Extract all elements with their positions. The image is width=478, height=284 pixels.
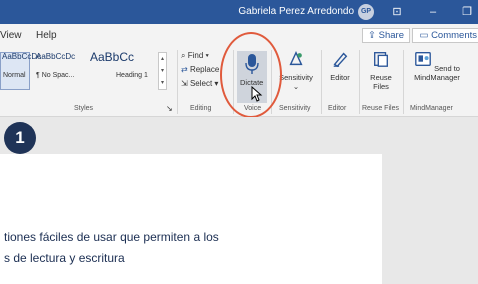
style-name-no-spacing: ¶ No Spac... bbox=[36, 72, 75, 79]
mindmanager-group-label: MindManager bbox=[410, 105, 453, 112]
document-text-line: tiones fáciles de usar que permiten a lo… bbox=[4, 230, 219, 244]
reuse-files-button[interactable]: Reuse Files bbox=[361, 50, 401, 91]
style-sample-no-spacing[interactable]: AaBbCcDc bbox=[36, 52, 75, 61]
select-command[interactable]: ⇲ Select ▾ bbox=[181, 79, 218, 88]
step-number-badge: 1 bbox=[4, 122, 36, 154]
editor-group-label: Editor bbox=[328, 105, 347, 112]
select-cursor-icon: ⇲ bbox=[181, 79, 190, 88]
mindmanager-icon bbox=[415, 52, 431, 66]
divider bbox=[177, 50, 178, 114]
document-text-line: s de lectura y escritura bbox=[4, 251, 125, 265]
style-name-heading1: Heading 1 bbox=[116, 72, 148, 79]
document-page[interactable]: tiones fáciles de usar que permiten a lo… bbox=[0, 154, 382, 284]
styles-gallery-scroll[interactable]: ▴ ▾ ▾ bbox=[158, 52, 167, 90]
editor-pen-icon bbox=[333, 52, 348, 68]
reuse-files-group-label: Reuse Files bbox=[362, 105, 399, 112]
reuse-files-icon bbox=[374, 52, 388, 67]
styles-dialog-launcher-icon[interactable]: ↘ bbox=[166, 104, 173, 113]
sensitivity-icon bbox=[289, 50, 303, 66]
highlight-circle bbox=[220, 32, 282, 118]
divider bbox=[403, 50, 404, 114]
comment-icon: ▭ bbox=[419, 30, 432, 41]
tab-help[interactable]: Help bbox=[36, 30, 57, 41]
user-avatar[interactable]: GP bbox=[358, 4, 374, 20]
style-name-normal: Normal bbox=[3, 72, 26, 79]
ribbon-display-options-icon[interactable]: ⊡ bbox=[388, 3, 406, 21]
title-bar: Gabriela Perez Arredondo GP ⊡ – ❐ bbox=[0, 0, 478, 24]
editor-button[interactable]: Editor bbox=[323, 50, 357, 82]
document-backdrop bbox=[0, 117, 478, 154]
search-icon: ⌕ bbox=[181, 51, 188, 60]
divider bbox=[359, 50, 360, 114]
restore-button[interactable]: ❐ bbox=[458, 3, 476, 21]
tab-view[interactable]: View bbox=[0, 30, 22, 41]
share-icon: ⇪ bbox=[368, 30, 379, 41]
share-button[interactable]: ⇪ Share bbox=[362, 28, 410, 43]
replace-icon: ⇄ bbox=[181, 65, 190, 74]
minimize-button[interactable]: – bbox=[424, 3, 442, 21]
send-to-mindmanager-button[interactable]: Send to MindManager bbox=[407, 50, 467, 82]
divider bbox=[321, 50, 322, 114]
user-name: Gabriela Perez Arredondo bbox=[238, 6, 354, 17]
style-sample-heading1[interactable]: AaBbCc bbox=[90, 50, 134, 64]
sensitivity-group-label: Sensitivity bbox=[279, 105, 311, 112]
comments-button[interactable]: ▭ Comments bbox=[412, 28, 478, 43]
styles-group-label: Styles bbox=[74, 105, 94, 112]
replace-command[interactable]: ⇄ Replace bbox=[181, 65, 219, 74]
find-command[interactable]: ⌕ Find ▾ bbox=[181, 51, 209, 61]
editing-group-label: Editing bbox=[190, 105, 212, 112]
